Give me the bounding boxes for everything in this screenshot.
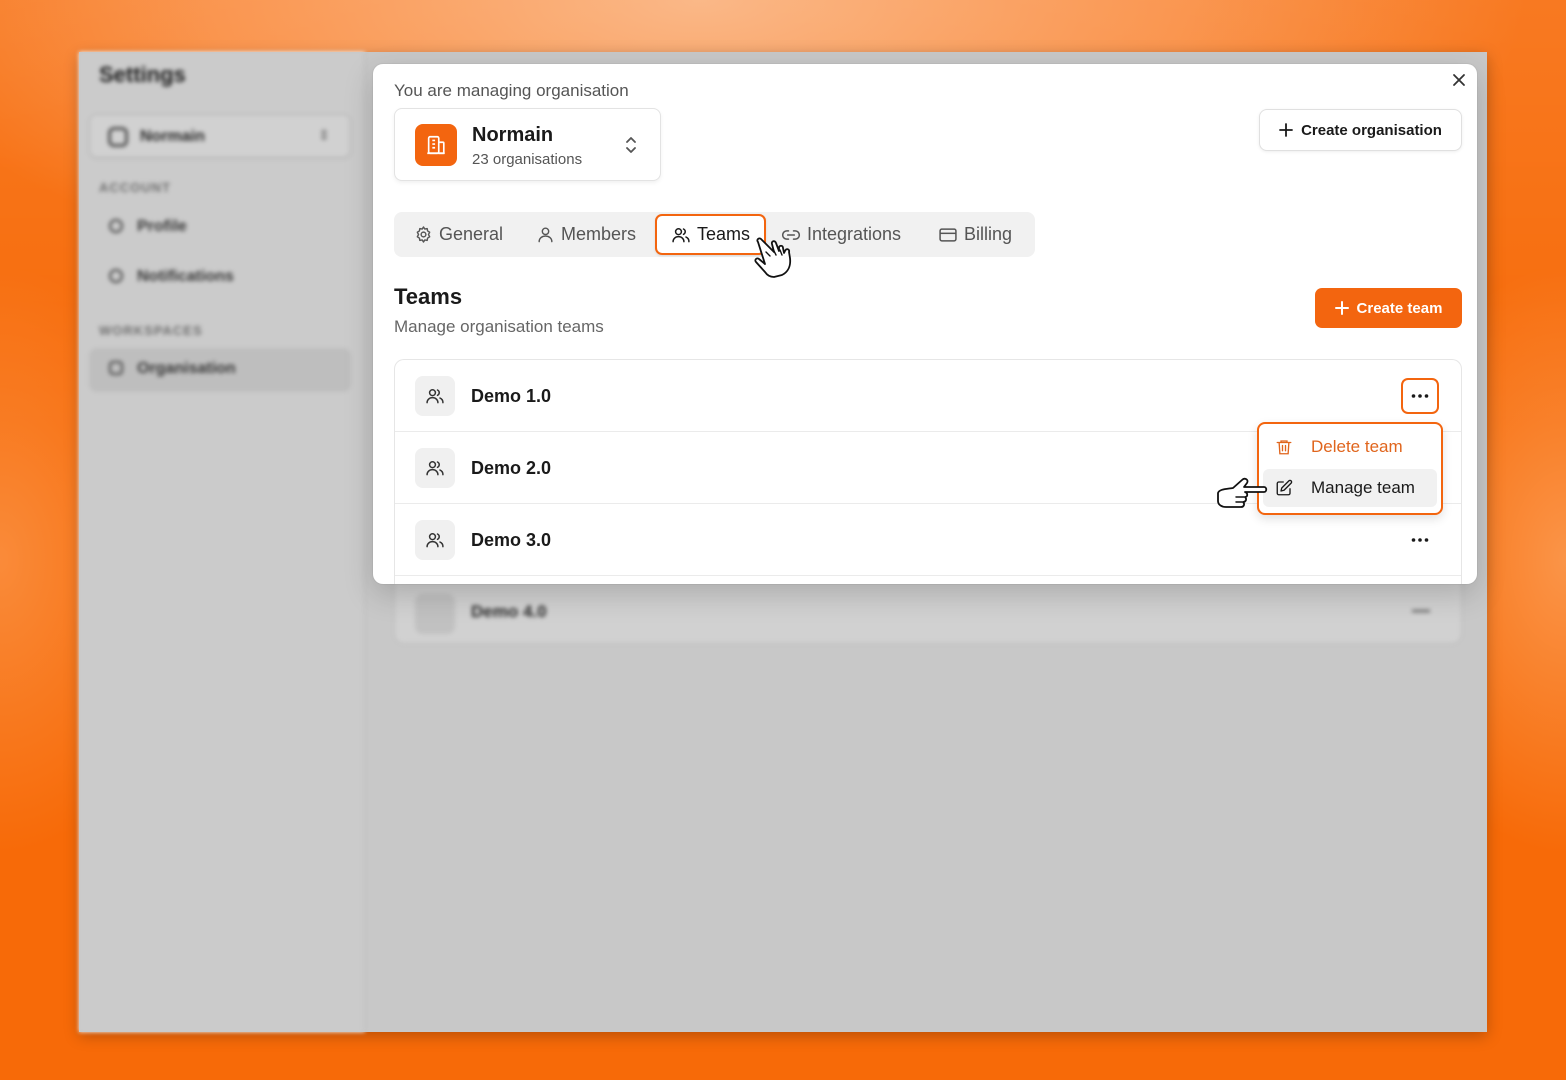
plus-icon xyxy=(1279,123,1293,137)
delete-team-label: Delete team xyxy=(1311,437,1403,456)
teams-title: Teams xyxy=(394,284,463,309)
team-more-button[interactable] xyxy=(1401,378,1439,414)
user-icon xyxy=(538,227,553,243)
create-organisation-button[interactable]: Create organisation xyxy=(1259,109,1462,151)
manage-team-label: Manage team xyxy=(1311,478,1415,497)
more-horizontal-icon xyxy=(1411,538,1429,542)
team-more-button[interactable] xyxy=(1401,522,1439,558)
tab-label: Teams xyxy=(697,224,751,244)
tab-label: General xyxy=(439,224,504,244)
tab-label: Integrations xyxy=(807,224,902,244)
gear-icon xyxy=(416,226,431,243)
users-icon xyxy=(415,520,455,560)
card-icon xyxy=(939,227,957,242)
create-team-button[interactable]: Create team xyxy=(1315,288,1462,328)
team-name: Demo 1.0 xyxy=(471,386,552,406)
team-actions-menu: Delete team Manage team xyxy=(1257,422,1443,515)
org-logo xyxy=(415,124,457,166)
settings-tabs: General Members Teams Integrations Billi… xyxy=(394,212,1035,257)
hand-pointer-icon xyxy=(1217,477,1268,508)
manage-organisation-modal: You are managing organisation Normain 23… xyxy=(373,64,1477,584)
tab-billing[interactable]: Billing xyxy=(938,212,1012,257)
close-icon xyxy=(1453,74,1465,86)
trash-icon xyxy=(1276,440,1292,455)
tab-general[interactable]: General xyxy=(414,212,503,257)
teams-subtitle: Manage organisation teams xyxy=(394,317,604,336)
plus-icon xyxy=(1334,301,1349,315)
create-organisation-label: Create organisation xyxy=(1301,121,1442,139)
team-name: Demo 2.0 xyxy=(471,458,552,478)
org-count: 23 organisations xyxy=(472,151,583,168)
manage-team-menu-item[interactable]: Manage team xyxy=(1263,469,1437,507)
tab-members[interactable]: Members xyxy=(536,212,636,257)
users-icon xyxy=(415,448,455,488)
chevron-updown-icon xyxy=(626,137,636,153)
create-team-label: Create team xyxy=(1356,299,1443,317)
tab-label: Billing xyxy=(964,224,1013,244)
tab-label: Members xyxy=(561,224,637,244)
users-icon xyxy=(415,376,455,416)
more-horizontal-icon xyxy=(1411,394,1429,398)
edit-icon xyxy=(1276,479,1293,496)
org-switcher[interactable]: Normain 23 organisations xyxy=(394,108,661,181)
org-name: Normain xyxy=(472,124,554,146)
users-icon xyxy=(672,227,690,242)
managing-label: You are managing organisation xyxy=(394,81,629,100)
close-button[interactable] xyxy=(1449,70,1469,90)
tab-teams[interactable]: Teams xyxy=(655,214,767,255)
team-name: Demo 3.0 xyxy=(471,530,552,550)
building-icon xyxy=(427,135,445,155)
delete-team-menu-item[interactable]: Delete team xyxy=(1263,428,1437,466)
hand-cursor-icon xyxy=(754,237,792,278)
